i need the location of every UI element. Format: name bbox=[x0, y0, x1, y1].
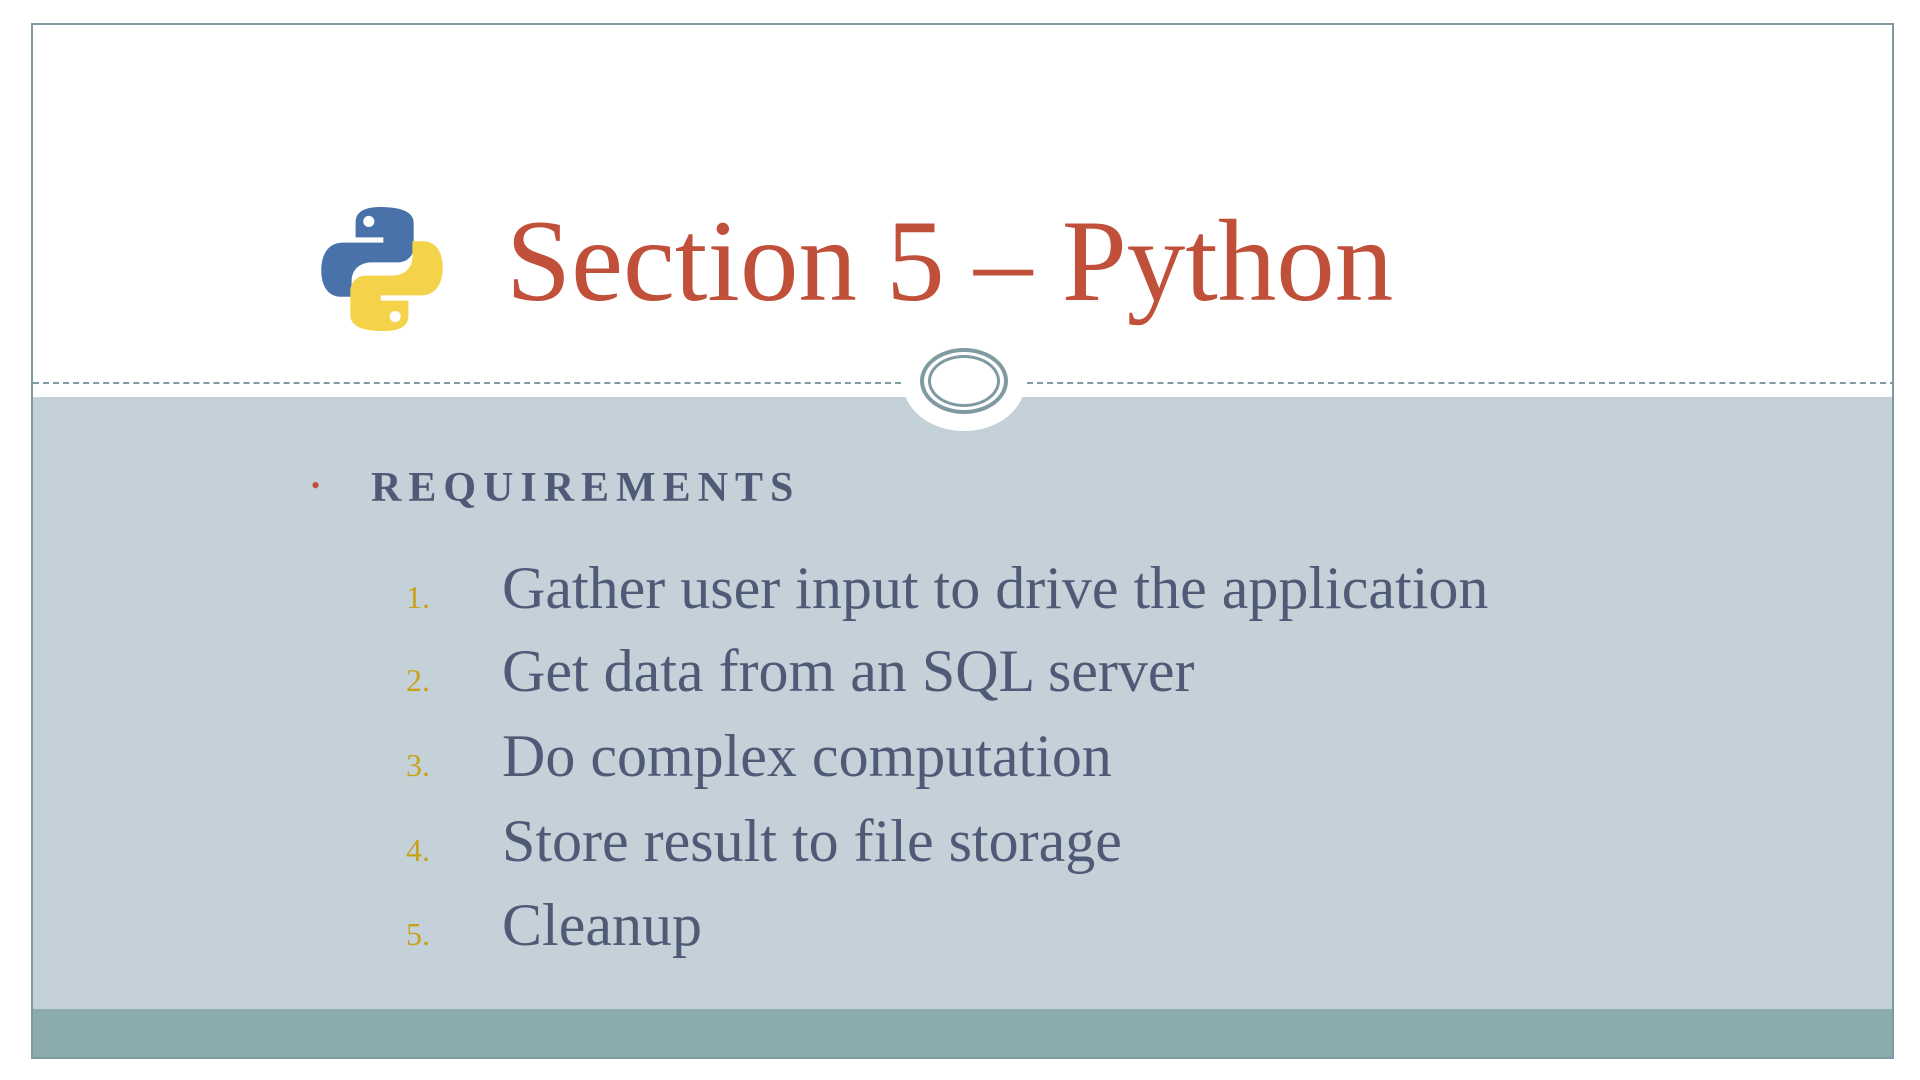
list-item-text: Get data from an SQL server bbox=[502, 638, 1195, 704]
list-item-text: Do complex computation bbox=[502, 723, 1112, 789]
list-item-number: 1. bbox=[406, 579, 430, 615]
divider-line-right bbox=[1027, 382, 1892, 384]
python-logo-icon bbox=[321, 206, 443, 332]
slide: Section 5 – Python • REQUIREMENTS 1. Gat… bbox=[31, 23, 1894, 1059]
list-item-number: 4. bbox=[406, 832, 430, 868]
divider-line-left bbox=[33, 382, 901, 384]
section-subheading: REQUIREMENTS bbox=[371, 465, 801, 511]
list-item-number: 5. bbox=[406, 916, 430, 952]
list-item-number: 3. bbox=[406, 747, 430, 783]
divider-ornament-inner-ring bbox=[928, 355, 1000, 407]
list-item-text: Cleanup bbox=[502, 892, 702, 958]
list-item-text: Store result to file storage bbox=[502, 808, 1122, 874]
list-item-text: Gather user input to drive the applicati… bbox=[502, 555, 1489, 621]
slide-title: Section 5 – Python bbox=[506, 197, 1394, 326]
footer-band bbox=[33, 1009, 1892, 1057]
bullet-dot-icon: • bbox=[311, 471, 321, 500]
list-item-number: 2. bbox=[406, 662, 430, 698]
